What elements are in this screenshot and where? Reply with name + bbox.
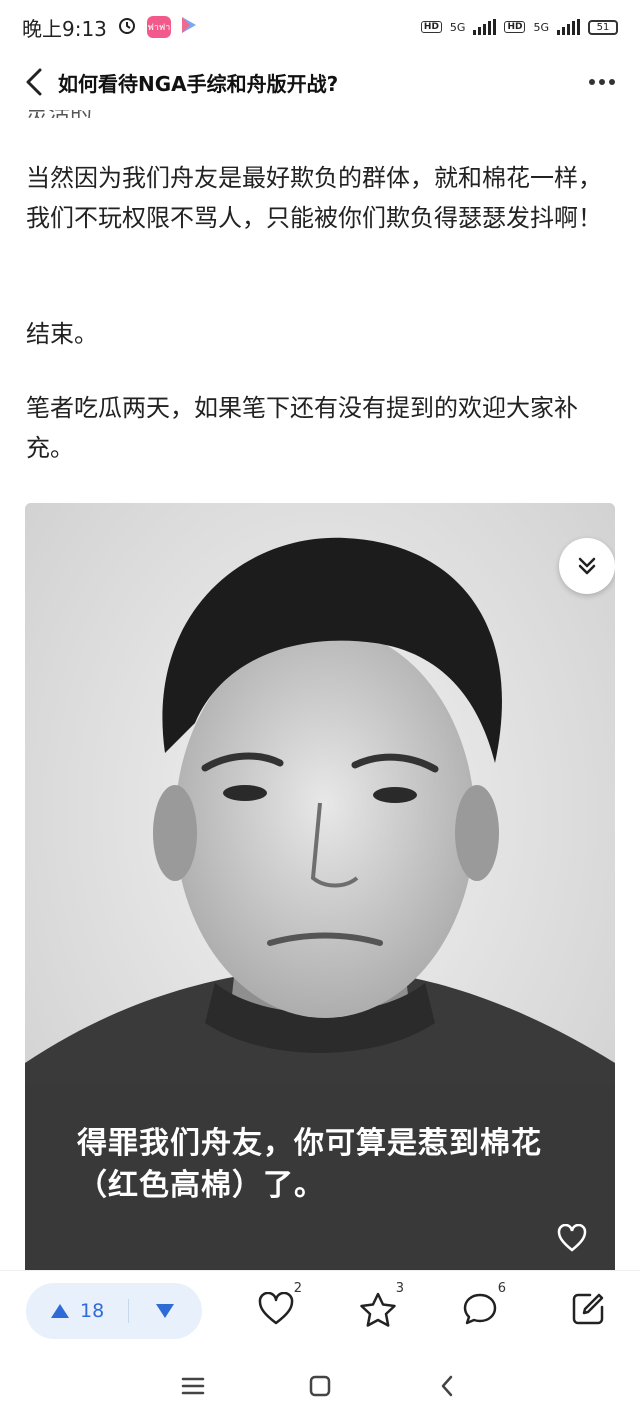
nav-menu-button[interactable] [171,1364,215,1408]
nav-home-button[interactable] [298,1364,342,1408]
like-button[interactable]: 2 [254,1281,302,1331]
heart-icon [258,1292,294,1325]
edit-button[interactable] [566,1287,610,1331]
status-left: 晚上9:13 ฟาฟา [22,13,197,42]
page-title: 如何看待NGA手综和舟版开战? [58,71,339,96]
cut-off-text: 灵活的 [26,110,92,118]
comment-bubble-icon [463,1293,497,1325]
upvote-count: 18 [80,1300,105,1322]
triangle-down-icon [156,1304,174,1318]
article-image[interactable]: 得罪我们舟友，你可算是惹到棉花（红色高棉）了。 [25,503,615,1270]
hd-badge: HD [420,21,442,33]
more-dots-icon [589,79,615,85]
chevron-left-icon [441,1375,452,1397]
network-label: 5G [533,20,549,34]
double-chevron-down-icon [578,557,596,575]
status-right: HD 5G HD 5G 51 [420,19,618,35]
action-bar: 18 2 3 6 [0,1270,640,1351]
star-icon [360,1292,396,1327]
favorite-button[interactable]: 3 [356,1281,404,1331]
article-content[interactable]: 灵活的 当然因为我们舟友是最好欺负的群体，就和棉花一样，我们不玩权限不骂人，只能… [0,110,640,1270]
image-caption: 得罪我们舟友，你可算是惹到棉花（红色高棉）了。 [77,1126,542,1203]
nav-back-button[interactable] [425,1364,469,1408]
comment-count: 6 [497,1281,506,1296]
article-paragraph: 当然因为我们舟友是最好欺负的群体，就和棉花一样，我们不玩权限不骂人，只能被你们欺… [26,164,602,232]
upvote-button[interactable]: 18 [26,1283,128,1339]
hd-badge: HD [504,21,526,33]
more-button[interactable] [580,62,624,102]
menu-lines-icon [182,1377,205,1395]
status-time: 晚上9:13 [22,16,107,41]
like-count: 2 [293,1281,302,1296]
alarm-icon [117,15,137,40]
play-store-icon [181,15,197,39]
app-badge-icon: ฟาฟา [146,16,171,38]
chevron-left-icon [26,68,42,96]
system-nav-bar [0,1350,640,1422]
heart-icon [557,1224,587,1252]
collapse-button[interactable] [559,538,615,594]
comment-button[interactable]: 6 [458,1281,506,1331]
signal-icon [473,19,497,35]
favorite-count: 3 [395,1281,404,1296]
status-bar: 晚上9:13 ฟาฟา HD 5G HD 5G 51 [0,0,640,54]
edit-pencil-icon [572,1293,604,1325]
vote-control: 18 [26,1283,202,1339]
battery-icon: 51 [588,19,618,35]
downvote-button[interactable] [129,1283,201,1339]
triangle-up-icon [51,1304,69,1318]
back-button[interactable] [16,62,52,102]
article-paragraph: 结束。 [26,320,98,348]
square-home-icon [309,1375,331,1397]
network-label: 5G [449,20,466,34]
article-paragraph: 笔者吃瓜两天，如果笔下还有没有提到的欢迎大家补充。 [26,394,578,462]
signal-icon [557,19,580,35]
top-bar: 如何看待NGA手综和舟版开战? [0,54,640,110]
image-like-button[interactable] [555,1221,589,1255]
